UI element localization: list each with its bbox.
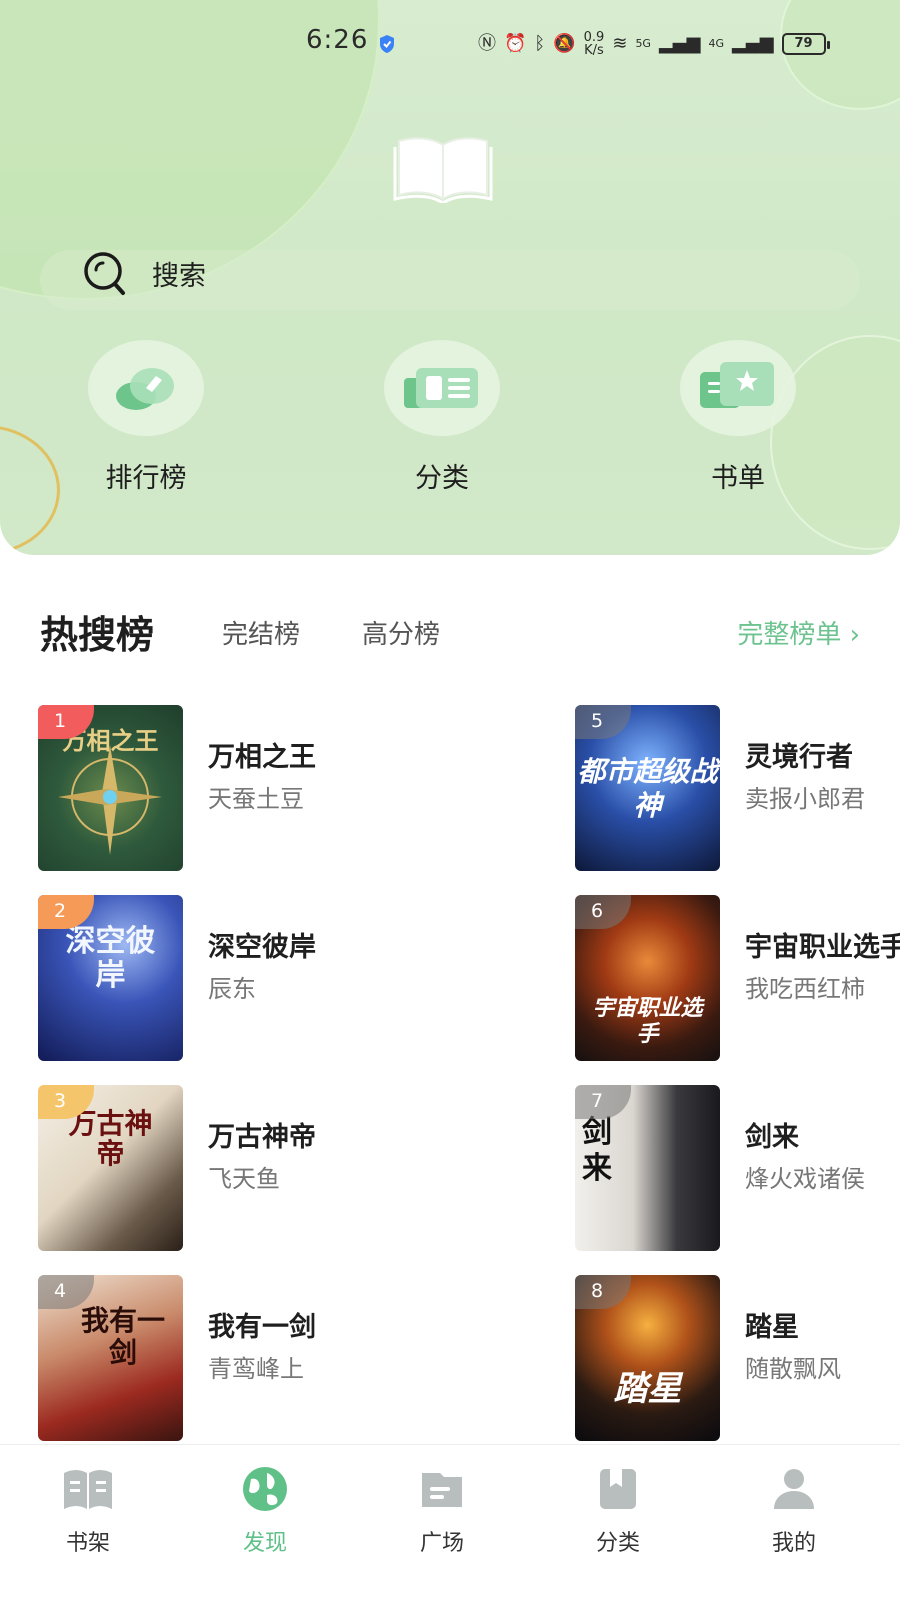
book-author: 飞天鱼 <box>208 1165 280 1193</box>
search-label: 搜索 <box>152 260 206 292</box>
signal-5g-label: 5G <box>635 37 651 50</box>
quick-nav-label: 分类 <box>415 463 469 494</box>
bookshelf-icon <box>64 1470 112 1509</box>
tab-top-rated[interactable]: 高分榜 <box>362 610 440 660</box>
booklist-icon <box>680 340 796 436</box>
book-item[interactable]: 剑来 7 剑来 烽火戏诸侯 <box>575 1085 900 1253</box>
bluetooth-icon: ᛒ <box>534 33 546 54</box>
tab-hot-search[interactable]: 热搜榜 <box>40 610 154 660</box>
rank-badge: 5 <box>575 705 631 739</box>
book-cover: 万古神帝 3 <box>38 1085 183 1251</box>
ranking-tabs: 热搜榜 完结榜 高分榜 完整榜单 › <box>40 610 860 670</box>
nfc-icon: Ⓝ <box>478 33 496 54</box>
cover-title: 宇宙职业选手 <box>592 995 703 1047</box>
nav-discover[interactable]: 发现 <box>205 1465 325 1575</box>
book-author: 我吃西红柿 <box>745 975 865 1003</box>
book-title: 深空彼岸 <box>208 932 316 963</box>
plaza-icon <box>422 1473 462 1507</box>
category-nav-icon <box>600 1469 636 1509</box>
book-cover: 剑来 7 <box>575 1085 720 1251</box>
network-speed: 0.9 K/s <box>584 31 605 57</box>
status-time: 6:26 <box>306 25 369 55</box>
open-book-icon <box>393 137 493 203</box>
cover-title: 深空彼岸 <box>65 924 156 993</box>
nav-label: 发现 <box>242 1531 287 1556</box>
alarm-icon: ⏰ <box>504 33 527 54</box>
discover-icon <box>243 1467 287 1511</box>
book-cover: 宇宙职业选手 6 <box>575 895 720 1061</box>
cover-title: 踏星 <box>613 1369 682 1409</box>
mute-icon: 🔕 <box>553 33 576 54</box>
tab-completed[interactable]: 完结榜 <box>222 610 300 660</box>
nav-label: 广场 <box>419 1531 464 1556</box>
quick-nav-label: 排行榜 <box>105 463 187 494</box>
book-title: 宇宙职业选手 <box>745 932 900 963</box>
cover-title: 我有一剑 <box>80 1304 165 1369</box>
quick-nav-ranking[interactable]: 排行榜 <box>76 340 216 510</box>
book-author: 烽火戏诸侯 <box>745 1165 865 1193</box>
status-bar: 6:26 Ⓝ ⏰ ᛒ 🔕 0.9 K/s ≋ 5G ▂▄▆ 4G ▂▄▆ 79 <box>0 25 900 65</box>
rank-badge: 8 <box>575 1275 631 1309</box>
bottom-nav: 书架 发现 广场 分类 我的 <box>0 1444 900 1600</box>
status-icons: Ⓝ ⏰ ᛒ 🔕 0.9 K/s ≋ 5G ▂▄▆ 4G ▂▄▆ 79 <box>478 29 830 59</box>
nav-label: 我的 <box>771 1531 816 1556</box>
book-title: 剑来 <box>745 1122 799 1153</box>
quick-nav-booklist[interactable]: 书单 <box>668 340 808 510</box>
cover-title: 剑来 <box>582 1115 612 1186</box>
rank-badge: 6 <box>575 895 631 929</box>
book-author: 辰东 <box>208 975 256 1003</box>
book-item[interactable]: 深空彼岸 2 深空彼岸 辰东 <box>38 895 398 1063</box>
book-title: 万相之王 <box>208 742 316 773</box>
battery-icon: 79 <box>781 33 830 55</box>
book-item[interactable]: 都市超级战神 5 灵境行者 卖报小郎君 <box>575 705 900 873</box>
nav-bookshelf[interactable]: 书架 <box>28 1465 148 1575</box>
rank-badge: 7 <box>575 1085 631 1119</box>
book-item[interactable]: 我有一剑 4 我有一剑 青鸾峰上 <box>38 1275 398 1443</box>
book-cover: 我有一剑 4 <box>38 1275 183 1441</box>
book-title: 万古神帝 <box>208 1122 316 1153</box>
book-author: 青鸾峰上 <box>208 1355 304 1383</box>
book-item[interactable]: 万古神帝 3 万古神帝 飞天鱼 <box>38 1085 398 1253</box>
book-cover: 万相之王 1 <box>38 705 183 871</box>
full-list-link[interactable]: 完整榜单 › <box>737 610 860 660</box>
ranking-icon <box>88 340 204 436</box>
wifi-icon: ≋ <box>612 33 628 54</box>
signal-bars-icon: ▂▄▆ <box>658 33 701 54</box>
quick-nav-label: 书单 <box>711 463 765 494</box>
nav-profile[interactable]: 我的 <box>734 1465 854 1575</box>
book-author: 卖报小郎君 <box>745 785 865 813</box>
nav-label: 分类 <box>595 1531 640 1556</box>
book-cover: 都市超级战神 5 <box>575 705 720 871</box>
book-item[interactable]: 万相之王 1 万相之王 天蚕土豆 <box>38 705 398 873</box>
book-author: 天蚕土豆 <box>208 785 304 813</box>
book-title: 灵境行者 <box>745 742 853 773</box>
book-author: 随散飘风 <box>745 1355 841 1383</box>
network-speed-unit: K/s <box>584 43 604 58</box>
book-cover: 深空彼岸 2 <box>38 895 183 1061</box>
profile-icon <box>774 1469 814 1509</box>
category-icon <box>384 340 500 436</box>
signal-4g-label: 4G <box>708 37 725 50</box>
nav-plaza[interactable]: 广场 <box>382 1465 502 1575</box>
book-cover: 踏星 8 <box>575 1275 720 1441</box>
book-title: 我有一剑 <box>208 1312 316 1343</box>
nav-label: 书架 <box>65 1531 110 1556</box>
signal-bars-icon: ▂▄▆ <box>732 33 774 54</box>
header-area: 6:26 Ⓝ ⏰ ᛒ 🔕 0.9 K/s ≋ 5G ▂▄▆ 4G ▂▄▆ 79 <box>0 0 900 555</box>
search-icon <box>84 252 125 295</box>
book-item[interactable]: 踏星 8 踏星 随散飘风 <box>575 1275 900 1443</box>
quick-nav-category[interactable]: 分类 <box>372 340 512 510</box>
nav-category[interactable]: 分类 <box>558 1465 678 1575</box>
book-item[interactable]: 宇宙职业选手 6 宇宙职业选手 我吃西红柿 <box>575 895 900 1063</box>
search-bar[interactable]: 搜索 <box>80 245 480 301</box>
shield-icon <box>380 35 394 53</box>
book-title: 踏星 <box>745 1312 799 1343</box>
cover-title: 都市超级战神 <box>577 755 718 822</box>
decorative-ring <box>0 425 60 555</box>
